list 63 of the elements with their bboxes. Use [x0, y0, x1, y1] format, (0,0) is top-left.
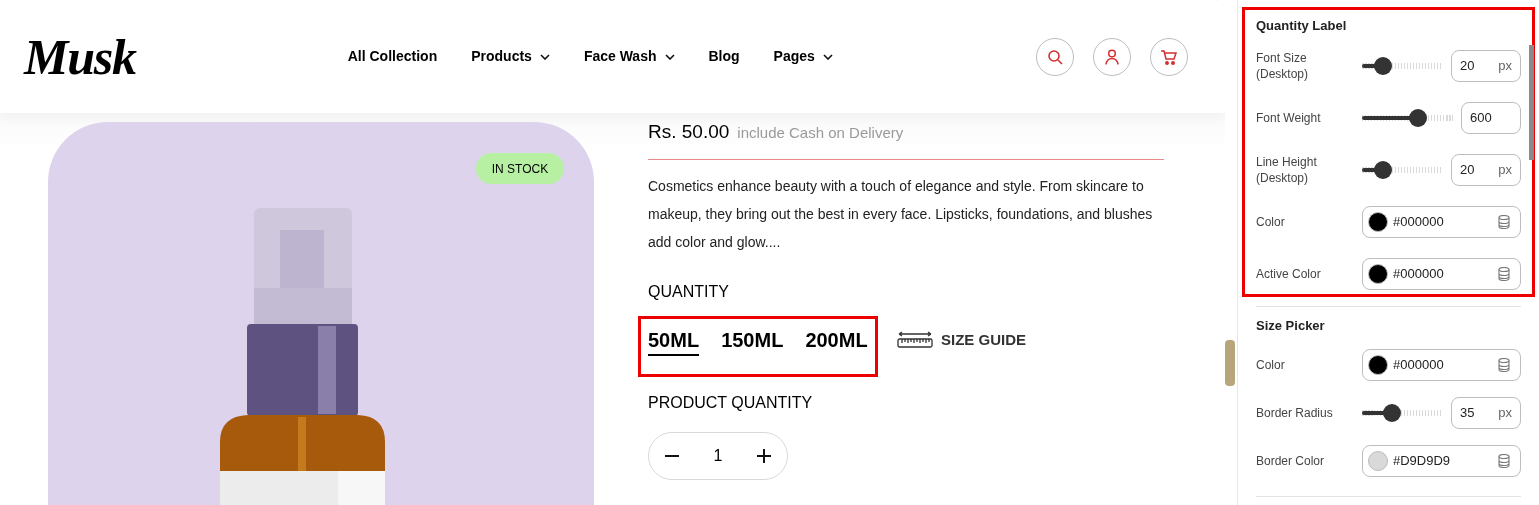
- chevron-down-icon: [664, 53, 675, 60]
- field-label: Line Height (Desktop): [1256, 153, 1318, 186]
- slider-thumb[interactable]: [1374, 56, 1393, 75]
- product-quantity-label: PRODUCT QUANTITY: [648, 392, 814, 413]
- database-icon[interactable]: [1498, 214, 1510, 229]
- size-option[interactable]: 50ML: [648, 327, 700, 356]
- number-input[interactable]: 600: [1461, 101, 1521, 134]
- slider[interactable]: [1362, 56, 1443, 75]
- chevron-down-icon: [822, 53, 833, 60]
- field-label: Font Size (Desktop): [1256, 49, 1309, 82]
- minus-icon: [665, 454, 679, 457]
- slider-thumb[interactable]: [1374, 160, 1393, 179]
- field-label: Border Radius: [1256, 405, 1334, 421]
- color-field[interactable]: #000000: [1362, 205, 1521, 238]
- color-value: #000000: [1393, 356, 1444, 375]
- size-guide-link[interactable]: SIZE GUIDE: [897, 328, 1026, 352]
- quantity-label: QUANTITY: [648, 281, 730, 302]
- slider-thumb[interactable]: [1408, 108, 1427, 127]
- chevron-down-icon: [539, 53, 550, 60]
- number-input[interactable]: 20 px: [1451, 49, 1521, 82]
- field-label: Color: [1256, 213, 1286, 230]
- scrollbar-thumb[interactable]: [1529, 45, 1534, 160]
- logo[interactable]: Musk: [24, 31, 136, 82]
- stock-badge: IN STOCK: [476, 153, 564, 184]
- section-heading: Quantity Label: [1256, 17, 1348, 35]
- size-option[interactable]: 200ML: [805, 327, 868, 356]
- field-label: Active Color: [1256, 265, 1322, 282]
- section-heading: Size Picker: [1256, 316, 1326, 335]
- field-label: Border Color: [1256, 453, 1326, 469]
- slider[interactable]: [1362, 108, 1453, 127]
- nav-link[interactable]: Pages: [773, 46, 833, 67]
- color-value: #000000: [1393, 212, 1444, 231]
- user-icon: [1105, 48, 1119, 65]
- number-input[interactable]: 20 px: [1451, 153, 1521, 186]
- field-label: Font Weight: [1256, 109, 1322, 126]
- scrollbar-thumb[interactable]: [1225, 340, 1235, 386]
- color-field[interactable]: #000000: [1362, 349, 1521, 381]
- nav-link[interactable]: Blog: [708, 46, 740, 67]
- nav-link[interactable]: Products: [471, 46, 550, 67]
- increase-button[interactable]: [757, 448, 771, 463]
- color-value: #000000: [1393, 264, 1444, 283]
- slider[interactable]: [1362, 160, 1443, 179]
- color-field[interactable]: #000000: [1362, 257, 1521, 290]
- price: Rs. 50.00: [648, 120, 730, 144]
- color-field[interactable]: #D9D9D9: [1362, 445, 1521, 477]
- nav-link[interactable]: All Collection: [347, 46, 438, 67]
- price-note: include Cash on Delivery: [737, 123, 904, 143]
- search-icon: [1047, 48, 1063, 65]
- size-option[interactable]: 150ML: [721, 327, 784, 356]
- quantity-value[interactable]: 1: [713, 443, 723, 468]
- field-label: Color: [1256, 357, 1286, 373]
- slider[interactable]: [1362, 404, 1443, 422]
- product-description: Cosmetics enhance beauty with a touch of elegance and style. From skincare to makeup, they bring out the best in every face. Lipsticks, foundations, and blushes add color and glow....: [648, 176, 1154, 252]
- cart-icon: [1160, 48, 1178, 65]
- slider-thumb[interactable]: [1382, 404, 1401, 422]
- plus-icon: [757, 448, 771, 463]
- database-icon[interactable]: [1498, 266, 1510, 281]
- color-value: #D9D9D9: [1393, 452, 1451, 471]
- nav-link[interactable]: Face Wash: [583, 46, 675, 67]
- database-icon[interactable]: [1498, 454, 1510, 468]
- number-input[interactable]: 35 px: [1451, 397, 1521, 429]
- ruler-icon: [897, 331, 933, 349]
- database-icon[interactable]: [1498, 358, 1510, 372]
